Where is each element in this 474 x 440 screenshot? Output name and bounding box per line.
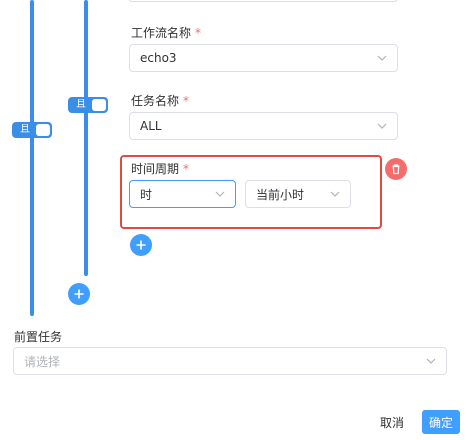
time-range-select[interactable]: 当前小时 xyxy=(245,180,351,208)
plus-icon xyxy=(73,285,85,304)
time-unit-select[interactable]: 时 xyxy=(129,180,236,208)
outer-connector-line xyxy=(30,0,34,316)
workflow-name-select[interactable]: echo3 xyxy=(129,44,398,72)
workflow-name-value: echo3 xyxy=(140,51,177,65)
task-name-select[interactable]: ALL xyxy=(129,112,398,140)
confirm-button[interactable]: 确定 xyxy=(422,410,460,434)
prerequisite-label: 前置任务 xyxy=(14,330,63,344)
prerequisite-select[interactable]: 请选择 xyxy=(13,347,447,375)
workflow-name-label: 工作流名称 * xyxy=(131,26,202,40)
workflow-dependency-editor: 且 且 工作流名称* echo3 任务名称* ALL 时间周期* 时 当前 xyxy=(0,0,474,440)
chevron-down-icon xyxy=(215,189,225,199)
task-name-label: 任务名称 * xyxy=(131,94,190,108)
time-period-label: 时间周期 * xyxy=(131,162,190,176)
add-task-button[interactable] xyxy=(68,283,90,305)
and-toggle-label: 且 xyxy=(76,99,86,110)
trash-icon xyxy=(390,160,402,179)
chevron-down-icon xyxy=(377,121,387,131)
delete-condition-button[interactable] xyxy=(385,158,407,180)
cancel-button[interactable]: 取消 xyxy=(372,410,412,434)
time-unit-value: 时 xyxy=(140,187,153,202)
add-condition-button[interactable] xyxy=(130,234,152,256)
previous-field-box xyxy=(128,0,398,2)
chevron-down-icon xyxy=(330,189,340,199)
task-name-value: ALL xyxy=(140,119,162,133)
prerequisite-placeholder: 请选择 xyxy=(24,354,61,369)
chevron-down-icon xyxy=(377,53,387,63)
and-toggle-inner[interactable]: 且 xyxy=(68,97,108,113)
and-toggle-label: 且 xyxy=(20,124,30,135)
chevron-down-icon xyxy=(426,356,436,366)
inner-connector-line xyxy=(84,0,88,276)
toggle-knob xyxy=(36,124,50,136)
plus-icon xyxy=(135,236,147,255)
and-toggle-outer[interactable]: 且 xyxy=(12,122,52,138)
toggle-knob xyxy=(92,99,106,111)
time-range-value: 当前小时 xyxy=(256,187,305,202)
